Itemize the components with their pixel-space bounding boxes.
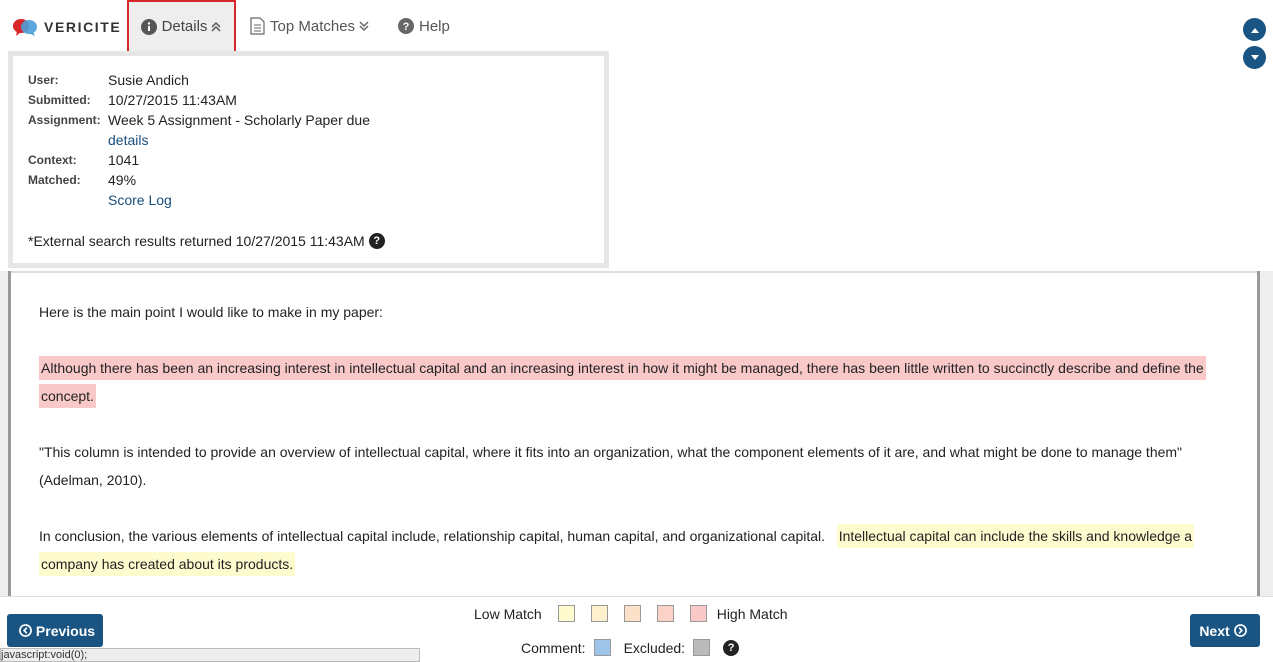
high-match-label: High Match — [716, 605, 788, 622]
assignment-details-link[interactable]: details — [108, 132, 148, 148]
match-level-5-swatch — [689, 605, 707, 622]
context-value: 1041 — [108, 152, 140, 168]
svg-text:?: ? — [403, 21, 410, 33]
arrow-right-circle-icon — [1233, 624, 1247, 637]
submitted-value: 10/27/2015 11:43AM — [108, 92, 237, 108]
top-matches-tab-label: Top Matches — [270, 17, 356, 35]
help-tab[interactable]: ? Help — [398, 14, 450, 38]
external-search-text: *External search results returned 10/27/… — [28, 233, 365, 249]
matched-label: Matched: — [28, 173, 81, 187]
arrow-left-circle-icon — [19, 624, 32, 637]
footer-bar: Previous Low Match High Match Comment: E… — [0, 596, 1273, 662]
info-icon — [140, 18, 157, 35]
match-level-4-swatch — [656, 605, 674, 622]
external-search-note: *External search results returned 10/27/… — [28, 231, 385, 251]
paragraph-intro: Here is the main point I would like to m… — [39, 304, 383, 320]
help-tab-label: Help — [419, 17, 450, 35]
assignment-title: Week 5 Assignment - Scholarly Paper due — [108, 112, 370, 128]
browser-status-bar: javascript:void(0); — [0, 648, 420, 662]
match-legend: Low Match High Match — [474, 605, 788, 622]
context-label: Context: — [28, 153, 77, 167]
excluded-swatch — [693, 639, 711, 656]
assignment-row: Assignment: Week 5 Assignment - Scholarl… — [28, 110, 370, 150]
details-panel: User: Susie Andich Submitted: 10/27/2015… — [8, 51, 609, 268]
top-toolbar: VERICITE Details Top Matches ? Help — [0, 0, 1273, 69]
previous-label: Previous — [35, 622, 96, 639]
document-page: Here is the main point I would like to m… — [8, 271, 1260, 597]
excluded-label: Excluded: — [623, 639, 686, 656]
match-level-3-swatch — [623, 605, 641, 622]
details-tab[interactable]: Details — [127, 0, 236, 53]
brand-name: VERICITE — [44, 19, 122, 35]
matched-value: 49% Score Log — [108, 170, 172, 210]
user-label: User: — [28, 73, 59, 87]
matched-percent: 49% — [108, 172, 137, 188]
help-circle-icon: ? — [398, 18, 414, 34]
help-circle-icon[interactable]: ? — [368, 233, 385, 249]
arrow-up-icon — [1250, 27, 1259, 33]
low-match-label: Low Match — [474, 605, 542, 622]
double-chevron-down-icon — [358, 20, 370, 32]
top-matches-tab[interactable]: Top Matches — [250, 14, 370, 38]
arrow-down-icon — [1250, 54, 1259, 60]
vericite-logo: VERICITE — [12, 17, 121, 37]
details-tab-label: Details — [161, 18, 208, 35]
comment-swatch — [593, 639, 611, 656]
user-row: User: Susie Andich — [28, 70, 189, 90]
paragraph-conclusion: In conclusion, the various elements of i… — [39, 522, 1224, 578]
document-icon — [250, 17, 265, 35]
score-log-link[interactable]: Score Log — [108, 192, 172, 208]
match-level-1-swatch — [557, 605, 575, 622]
double-chevron-up-icon — [210, 21, 222, 33]
help-circle-icon[interactable]: ? — [723, 639, 740, 656]
high-match-highlight[interactable]: Although there has been an increasing in… — [39, 356, 1206, 408]
next-button[interactable]: Next — [1190, 614, 1260, 647]
paragraph-high-match: Although there has been an increasing in… — [39, 354, 1224, 410]
submitted-label: Submitted: — [28, 93, 91, 107]
context-row: Context: 1041 — [28, 150, 139, 170]
paragraph-quote: "This column is intended to provide an o… — [39, 444, 1183, 488]
user-value: Susie Andich — [108, 72, 189, 88]
matched-row: Matched: 49% Score Log — [28, 170, 172, 210]
scroll-down-button[interactable] — [1243, 46, 1266, 69]
document-viewer: Here is the main point I would like to m… — [0, 271, 1273, 597]
speech-bubbles-icon — [13, 19, 37, 36]
next-label: Next — [1199, 622, 1230, 639]
assignment-value: Week 5 Assignment - Scholarly Paper due … — [108, 110, 370, 150]
scroll-up-button[interactable] — [1243, 18, 1266, 41]
assignment-label: Assignment: — [28, 113, 101, 127]
conclusion-text: In conclusion, the various elements of i… — [39, 528, 826, 544]
annotation-legend: Comment: Excluded: ? — [521, 639, 740, 656]
submitted-row: Submitted: 10/27/2015 11:43AM — [28, 90, 237, 110]
comment-label: Comment: — [521, 639, 586, 656]
match-level-2-swatch — [590, 605, 608, 622]
previous-button[interactable]: Previous — [7, 614, 103, 647]
